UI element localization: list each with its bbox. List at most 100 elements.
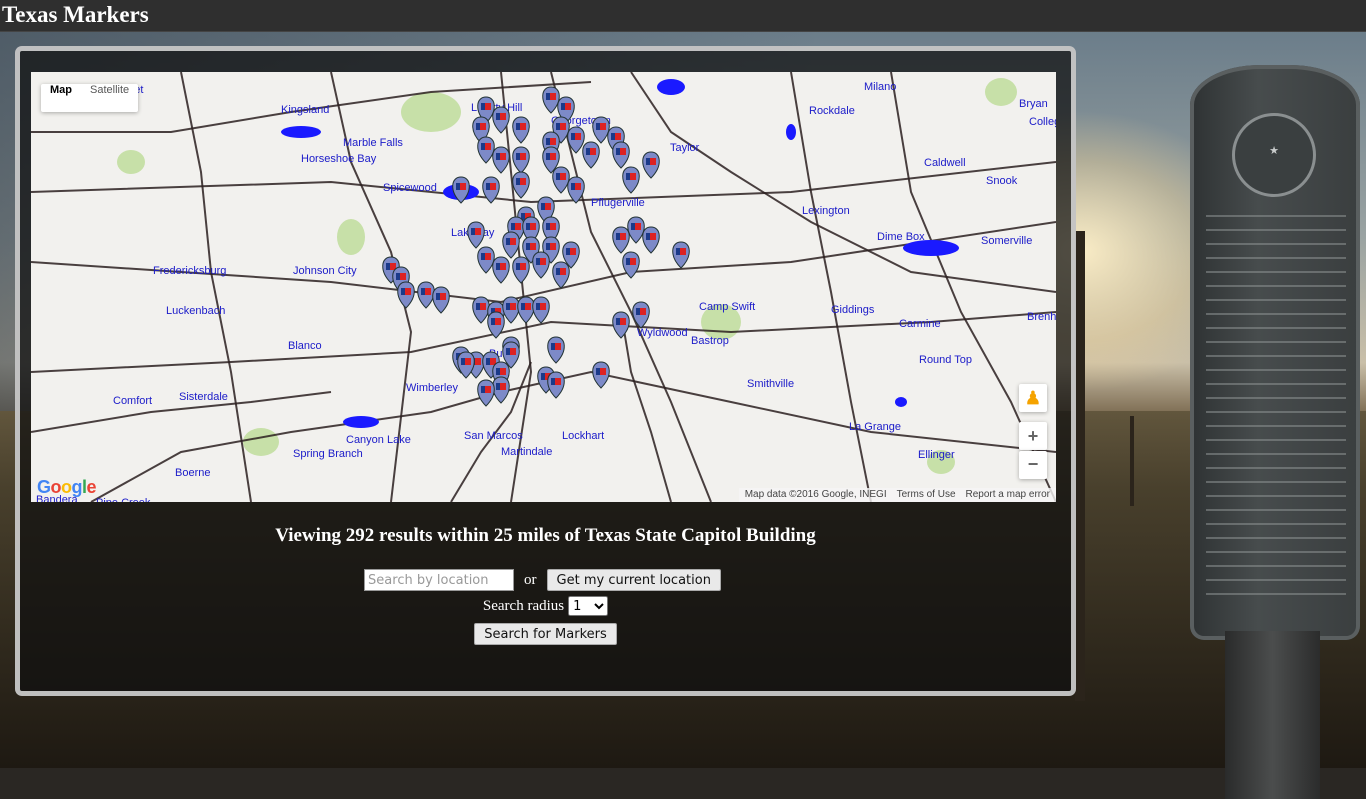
google-logo[interactable]: Google (37, 477, 97, 498)
map-place-label: Fredericksburg (153, 265, 226, 277)
marker-pin-icon[interactable] (547, 336, 565, 364)
zoom-out-button[interactable]: − (1019, 451, 1047, 479)
zoom-in-button[interactable]: + (1019, 422, 1047, 450)
marker-pin-icon[interactable] (512, 256, 530, 284)
map-canvas[interactable]: Kingsland Marble Falls Horseshoe Bay Spicew… (31, 72, 1056, 502)
search-form: or Get my current location Search radius… (20, 569, 1071, 645)
street-view-pegman-icon[interactable]: ♟ (1019, 384, 1047, 412)
map-type-satellite-button[interactable]: Satellite (81, 84, 138, 112)
map-place-label: Canyon Lake (346, 434, 411, 446)
marker-pin-icon[interactable] (472, 296, 490, 324)
map-place-label: Pflugerville (591, 197, 645, 209)
map-road (620, 311, 672, 502)
map-place-label: Martindale (501, 446, 552, 458)
search-radius-select[interactable]: 1 (568, 596, 609, 616)
marker-pin-icon[interactable] (517, 296, 535, 324)
map-place-label: Sisterdale (179, 391, 228, 403)
search-for-markers-button[interactable]: Search for Markers (474, 623, 617, 645)
marker-pin-icon[interactable] (457, 351, 475, 379)
map-place-label: Rockdale (809, 105, 855, 117)
park-area (337, 219, 365, 255)
terms-of-use-link[interactable]: Terms of Use (897, 488, 956, 502)
marker-pin-icon[interactable] (622, 166, 640, 194)
get-current-location-button[interactable]: Get my current location (546, 569, 721, 591)
map-place-label: Brenham (1027, 311, 1056, 323)
marker-pin-icon[interactable] (672, 241, 690, 269)
marker-pin-icon[interactable] (552, 261, 570, 289)
marker-pin-icon[interactable] (592, 116, 610, 144)
map-place-label: Smithville (747, 378, 794, 390)
marker-pin-icon[interactable] (612, 141, 630, 169)
map-place-label: Horseshoe Bay (301, 153, 377, 165)
marker-pin-icon[interactable] (397, 281, 415, 309)
marker-pin-icon[interactable] (477, 379, 495, 407)
marker-pin-icon[interactable] (432, 286, 450, 314)
report-map-error-link[interactable]: Report a map error (966, 488, 1050, 502)
marker-pin-icon[interactable] (492, 256, 510, 284)
marker-pin-icon[interactable] (502, 231, 520, 259)
site-title[interactable]: Texas Markers (2, 2, 149, 28)
map-view[interactable]: Kingsland Marble Falls Horseshoe Bay Spicew… (31, 72, 1056, 502)
map-place-label: Ellinger (918, 449, 955, 461)
marker-pin-icon[interactable] (642, 151, 660, 179)
search-radius-label: Search radius (482, 597, 565, 614)
map-place-label: Giddings (831, 304, 875, 316)
marker-pin-icon[interactable] (477, 136, 495, 164)
location-search-input[interactable] (364, 569, 515, 591)
marker-pin-icon[interactable] (532, 296, 550, 324)
marker-pin-icon[interactable] (502, 296, 520, 324)
map-place-label: Dime Box (877, 231, 925, 243)
marker-pin-icon[interactable] (512, 146, 530, 174)
map-place-label: Lexington (802, 205, 850, 217)
water-body (786, 124, 796, 140)
map-place-label: College Station (1029, 116, 1056, 128)
historical-marker-sign: ★ (1190, 65, 1360, 640)
top-bar: Texas Markers (0, 0, 1366, 32)
map-place-label: Spring Branch (293, 448, 363, 460)
fence-post (1075, 231, 1085, 701)
sign-post (1225, 631, 1320, 799)
map-place-label: Milano (864, 81, 896, 93)
marker-pin-icon[interactable] (417, 281, 435, 309)
map-place-label: Bryan (1019, 98, 1048, 110)
marker-pin-icon[interactable] (512, 171, 530, 199)
marker-pin-icon[interactable] (547, 371, 565, 399)
marker-pin-icon[interactable] (492, 146, 510, 174)
water-body (281, 126, 321, 138)
marker-pin-icon[interactable] (612, 311, 630, 339)
marker-pin-icon[interactable] (592, 361, 610, 389)
marker-pin-icon[interactable] (552, 166, 570, 194)
texas-seal-icon: ★ (1232, 113, 1316, 197)
marker-pin-icon[interactable] (512, 116, 530, 144)
map-place-label: Wyldwood (637, 327, 688, 339)
fence-post (1130, 416, 1134, 506)
main-panel: Kingsland Marble Falls Horseshoe Bay Spicew… (15, 46, 1076, 696)
marker-pin-icon[interactable] (642, 226, 660, 254)
map-road (31, 161, 1056, 204)
map-place-label: Wimberley (406, 382, 458, 394)
water-body (343, 416, 379, 428)
map-place-label: San Marcos (464, 430, 523, 442)
map-road (790, 72, 872, 502)
map-place-label: Luckenbach (166, 305, 225, 317)
marker-pin-icon[interactable] (612, 226, 630, 254)
marker-pin-icon[interactable] (582, 141, 600, 169)
marker-pin-icon[interactable] (632, 301, 650, 329)
map-place-label: Carmine (899, 318, 941, 330)
marker-pin-icon[interactable] (542, 86, 560, 114)
map-place-label: Marble Falls (343, 137, 403, 149)
map-place-label: Caldwell (924, 157, 966, 169)
sign-inscription (1206, 215, 1346, 607)
marker-pin-icon[interactable] (477, 246, 495, 274)
map-place-label: Comfort (113, 395, 152, 407)
park-area (401, 92, 461, 132)
map-place-label: Boerne (175, 467, 210, 479)
map-road (180, 72, 252, 502)
marker-pin-icon[interactable] (467, 221, 485, 249)
map-place-label: Johnson City (293, 265, 357, 277)
marker-pin-icon[interactable] (627, 216, 645, 244)
marker-pin-icon[interactable] (532, 251, 550, 279)
map-place-label: Kingsland (281, 104, 329, 116)
map-type-map-button[interactable]: Map (41, 84, 81, 112)
marker-pin-icon[interactable] (492, 376, 510, 404)
